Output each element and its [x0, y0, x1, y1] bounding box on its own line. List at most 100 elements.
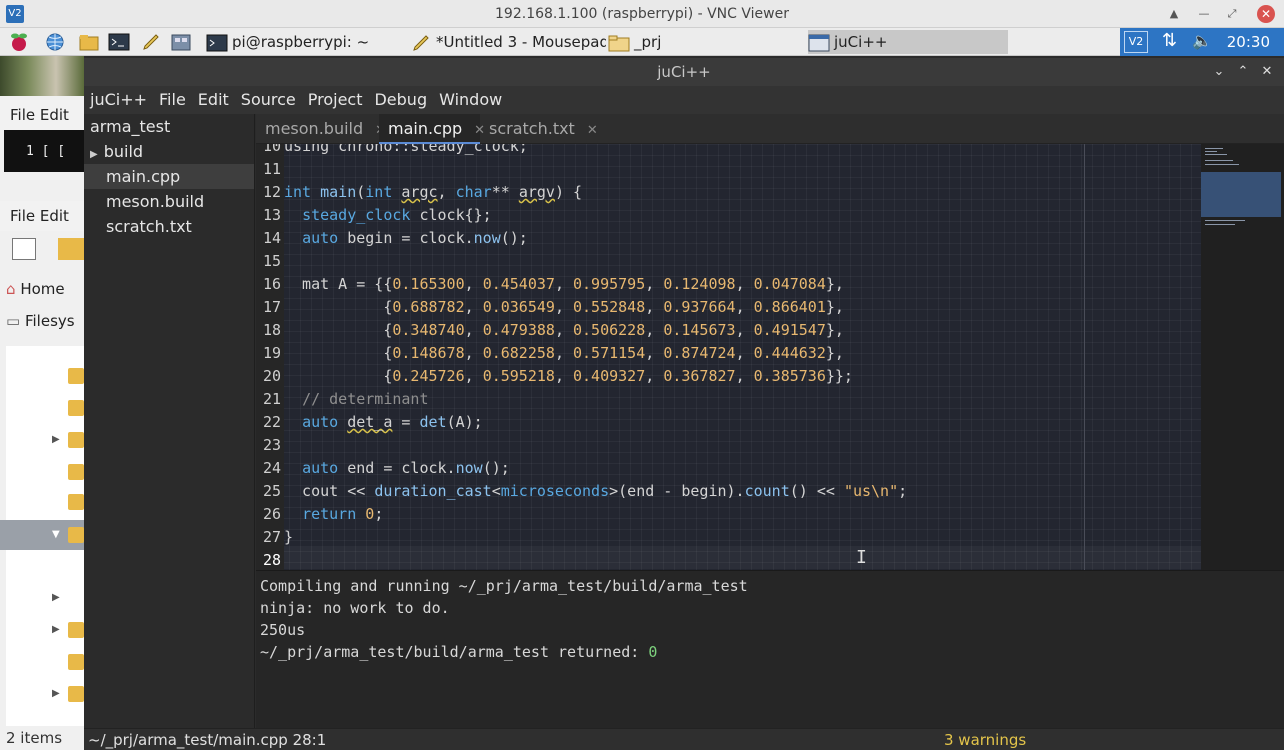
- task-mousepad-label: *Untitled 3 - Mousepad: [436, 33, 606, 51]
- expand-arrow-icon[interactable]: ▶: [52, 688, 60, 699]
- task-juci[interactable]: juCi++: [808, 30, 1008, 54]
- expand-arrow-icon[interactable]: ▶: [52, 624, 60, 635]
- expand-arrow-icon[interactable]: ▶: [90, 149, 98, 160]
- folder-icon[interactable]: [68, 654, 84, 670]
- dir-item-meson-build[interactable]: meson.build: [84, 189, 254, 214]
- line-number: 26: [262, 505, 281, 523]
- tab-meson-build[interactable]: meson.build✕: [256, 114, 386, 144]
- terminal-line: ninja: no work to do.: [260, 599, 450, 617]
- vnc-toolbar-toggle-icon[interactable]: ▲: [1164, 4, 1184, 24]
- home-icon: ⌂: [6, 280, 16, 298]
- chevron-up-icon[interactable]: ⌃: [1232, 58, 1254, 86]
- applications-icon[interactable]: [170, 32, 192, 52]
- text-editor-icon[interactable]: [140, 32, 162, 52]
- vnc-minimize-button[interactable]: —: [1194, 4, 1214, 24]
- system-tray: V2 ⇅ 🔈 20:30: [1120, 28, 1284, 56]
- folder-icon[interactable]: [68, 527, 84, 543]
- line-number-current: 28: [262, 551, 281, 569]
- code-line: steady_clock clock{};: [302, 206, 492, 224]
- folder-icon[interactable]: [68, 464, 84, 480]
- menu-edit[interactable]: Edit: [192, 86, 235, 114]
- bg-place-filesystem-label: Filesys: [24, 312, 75, 330]
- code-editor[interactable]: 10 11 12 13 14 15 16 17 18 19 20 21 22 2…: [256, 144, 1201, 570]
- line-number: 12: [262, 183, 281, 201]
- dir-item-build[interactable]: ▶ build: [84, 139, 254, 164]
- dir-item-scratch-txt[interactable]: scratch.txt: [84, 214, 254, 239]
- tab-scratch-txt[interactable]: scratch.txt ✕: [480, 114, 598, 144]
- juci-window: juCi++ ⌄ ⌃ ✕ juCi++ File Edit Source Project…: [84, 58, 1284, 750]
- bg-window-menu-b[interactable]: File Edit: [0, 201, 84, 231]
- line-number: 21: [262, 390, 281, 408]
- code-line: // determinant: [302, 390, 429, 408]
- task-juci-label: juCi++: [834, 33, 888, 51]
- status-warnings[interactable]: 3 warnings: [944, 729, 1026, 750]
- minimap-line: [1205, 160, 1233, 161]
- line-number: 20: [262, 367, 281, 385]
- collapse-arrow-icon[interactable]: ▼: [52, 529, 60, 540]
- menu-window[interactable]: Window: [433, 86, 508, 114]
- network-icon[interactable]: ⇅: [1162, 30, 1177, 51]
- code-line: int main(int argc, char** argv) {: [284, 183, 583, 201]
- vnc-close-button[interactable]: ✕: [1257, 5, 1275, 23]
- bg-new-folder-icon[interactable]: [58, 238, 84, 260]
- vnc-tray-icon[interactable]: V2: [1124, 31, 1148, 53]
- tab-meson-build-label: meson.build: [265, 119, 364, 138]
- vnc-maximize-button[interactable]: ⤢: [1222, 4, 1242, 24]
- expand-arrow-icon[interactable]: ▶: [52, 592, 60, 603]
- code-line: auto begin = clock.now();: [302, 229, 528, 247]
- browser-globe-icon[interactable]: [44, 32, 66, 52]
- folder-icon[interactable]: [68, 368, 84, 384]
- terminal-icon: [206, 34, 228, 51]
- task-mousepad[interactable]: *Untitled 3 - Mousepad: [410, 30, 606, 54]
- line-number: 24: [262, 459, 281, 477]
- menu-bar: juCi++ File Edit Source Project Debug Window: [84, 86, 1284, 114]
- bg-window-menu-a[interactable]: File Edit: [0, 100, 84, 130]
- background-photo: [0, 56, 84, 96]
- minimap-line: [1205, 148, 1223, 149]
- menu-source[interactable]: Source: [235, 86, 302, 114]
- menu-juci[interactable]: juCi++: [84, 86, 153, 114]
- bg-place-home[interactable]: ⌂ Home: [6, 276, 65, 302]
- bg-place-filesystem[interactable]: ▭ Filesys: [6, 308, 75, 334]
- bg-new-window-icon[interactable]: [12, 238, 36, 260]
- bg-terminal-snippet: 1 [ [: [4, 130, 84, 172]
- expand-arrow-icon[interactable]: ▶: [52, 434, 60, 445]
- volume-icon[interactable]: 🔈: [1192, 31, 1212, 50]
- folder-icon[interactable]: [68, 432, 84, 448]
- folder-icon[interactable]: [68, 400, 84, 416]
- code-line: {0.688782, 0.036549, 0.552848, 0.937664,…: [284, 298, 844, 316]
- status-file-position: ~/_prj/arma_test/main.cpp 28:1: [88, 731, 327, 749]
- dir-item-main-cpp[interactable]: main.cpp: [84, 164, 254, 189]
- drive-icon: ▭: [6, 312, 21, 330]
- task-terminal[interactable]: pi@raspberrypi: ~: [206, 30, 406, 54]
- terminal-line: 250us: [260, 621, 306, 639]
- tab-main-cpp[interactable]: main.cpp ✕: [379, 114, 485, 144]
- task-prj-folder[interactable]: _prj: [608, 30, 806, 54]
- bg-place-home-label: Home: [20, 280, 65, 298]
- dir-item-build-label: build: [103, 142, 144, 161]
- terminal-launcher-icon[interactable]: [108, 32, 130, 52]
- terminal-return-text: ~/_prj/arma_test/build/arma_test returne…: [260, 643, 649, 661]
- menu-debug[interactable]: Debug: [368, 86, 433, 114]
- clock[interactable]: 20:30: [1227, 28, 1270, 56]
- close-icon[interactable]: ✕: [1256, 58, 1278, 86]
- juci-title-bar: juCi++ ⌄ ⌃ ✕: [84, 58, 1284, 86]
- close-icon[interactable]: ✕: [587, 123, 598, 138]
- code-line: {0.245726, 0.595218, 0.409327, 0.367827,…: [284, 367, 853, 385]
- code-minimap[interactable]: [1201, 144, 1284, 570]
- folder-icon[interactable]: [68, 622, 84, 638]
- folder-icon[interactable]: [68, 494, 84, 510]
- menu-project[interactable]: Project: [302, 86, 369, 114]
- terminal-output[interactable]: Compiling and running ~/_prj/arma_test/b…: [256, 570, 1284, 728]
- desktop: V2 192.168.1.100 (raspberrypi) - VNC Vie…: [0, 0, 1284, 750]
- directory-root[interactable]: arma_test: [84, 114, 254, 139]
- raspberry-menu-icon[interactable]: [8, 32, 30, 52]
- return-code: 0: [648, 643, 658, 661]
- chevron-down-icon[interactable]: ⌄: [1208, 58, 1230, 86]
- minimap-viewport[interactable]: [1201, 172, 1281, 217]
- tab-main-cpp-label: main.cpp: [388, 119, 463, 138]
- folder-icon[interactable]: [68, 686, 84, 702]
- line-number: 14: [262, 229, 281, 247]
- menu-file[interactable]: File: [153, 86, 192, 114]
- file-manager-icon[interactable]: [78, 32, 100, 52]
